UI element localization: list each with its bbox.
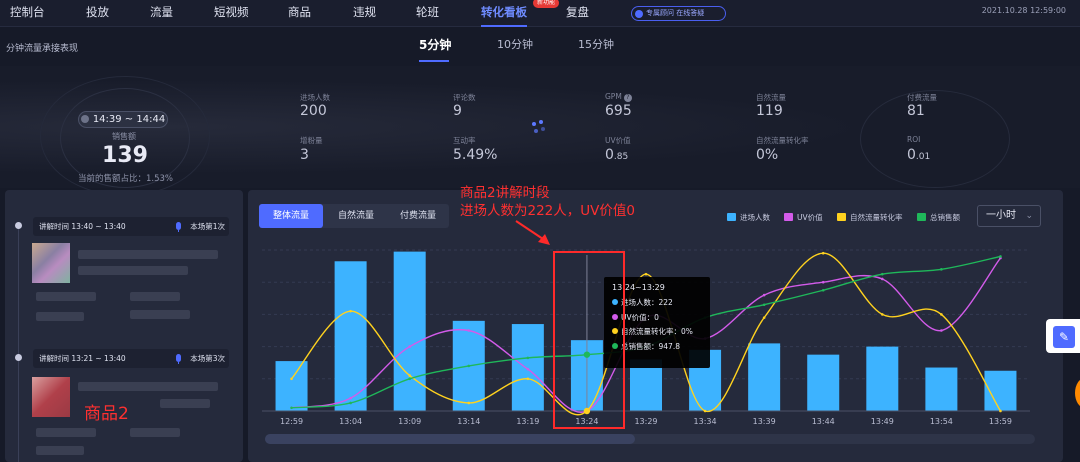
series-point [408, 377, 411, 381]
x-tick-label: 13:39 [753, 417, 776, 426]
series-point [762, 293, 766, 297]
series-point [467, 329, 471, 332]
series-point [999, 409, 1002, 413]
bar [275, 361, 308, 411]
bar [807, 354, 840, 411]
x-tick-label: 13:54 [930, 417, 953, 426]
tooltip-row: UV价值：0 [612, 311, 702, 326]
series-point [408, 374, 411, 377]
x-tick-label: 13:29 [634, 417, 657, 426]
series-point [703, 409, 707, 413]
x-tick-label: 12:59 [280, 417, 303, 426]
bar [393, 251, 426, 411]
series-point [290, 377, 293, 381]
bar [866, 346, 899, 411]
series-point [467, 401, 471, 405]
edit-button[interactable]: ✎ [1046, 319, 1080, 353]
series-point [821, 288, 825, 292]
series-point [821, 251, 825, 255]
series-point [821, 280, 825, 284]
x-tick-label: 13:04 [339, 417, 362, 426]
tooltip-row: 总销售额：947.8 [612, 340, 702, 355]
tooltip-title: 13:24~13:29 [612, 283, 665, 292]
series-point [408, 345, 411, 348]
series-point [467, 364, 471, 368]
series-point [999, 255, 1002, 258]
series-point [349, 396, 352, 400]
tooltip-row: 自然流量转化率：0% [612, 325, 702, 340]
chart-scrollbar-thumb[interactable] [265, 434, 635, 444]
series-point [762, 303, 766, 307]
bar [511, 324, 544, 411]
series-point [762, 316, 766, 319]
series-point [940, 329, 943, 332]
x-tick-label: 13:34 [694, 417, 717, 426]
series-point [881, 272, 884, 276]
x-tick-label: 13:14 [457, 417, 480, 426]
traffic-chart: 12:59 13:04 13:09 13:14 13:19 13:24 13:29 13:34… [262, 220, 1030, 426]
x-tick-label: 13:44 [812, 417, 835, 426]
series-point [526, 356, 530, 360]
series-point [644, 272, 648, 276]
tooltip-row: 进场人数：222 [612, 296, 702, 311]
x-tick-label: 13:59 [989, 417, 1012, 426]
bar [925, 367, 958, 411]
series-point [349, 309, 352, 313]
series-point [526, 367, 530, 371]
series-point [526, 377, 530, 381]
annotation-line2: 进场人数为222人，UV价值0 [460, 203, 635, 219]
annotation-arrow-head [538, 234, 550, 245]
series-point [881, 313, 884, 316]
bar [334, 261, 367, 411]
series-point [349, 401, 352, 405]
bar [748, 343, 781, 411]
annotation-highlight-box [553, 251, 625, 429]
pencil-icon: ✎ [1053, 326, 1075, 348]
series-point [940, 268, 943, 271]
annotation-line1: 商品2讲解时段 [460, 185, 550, 201]
series-point [290, 406, 293, 410]
x-tick-label: 13:19 [516, 417, 539, 426]
x-tick-label: 13:09 [398, 417, 421, 426]
series-point [940, 313, 943, 316]
series-point [881, 277, 884, 281]
x-tick-label: 13:49 [871, 417, 894, 426]
